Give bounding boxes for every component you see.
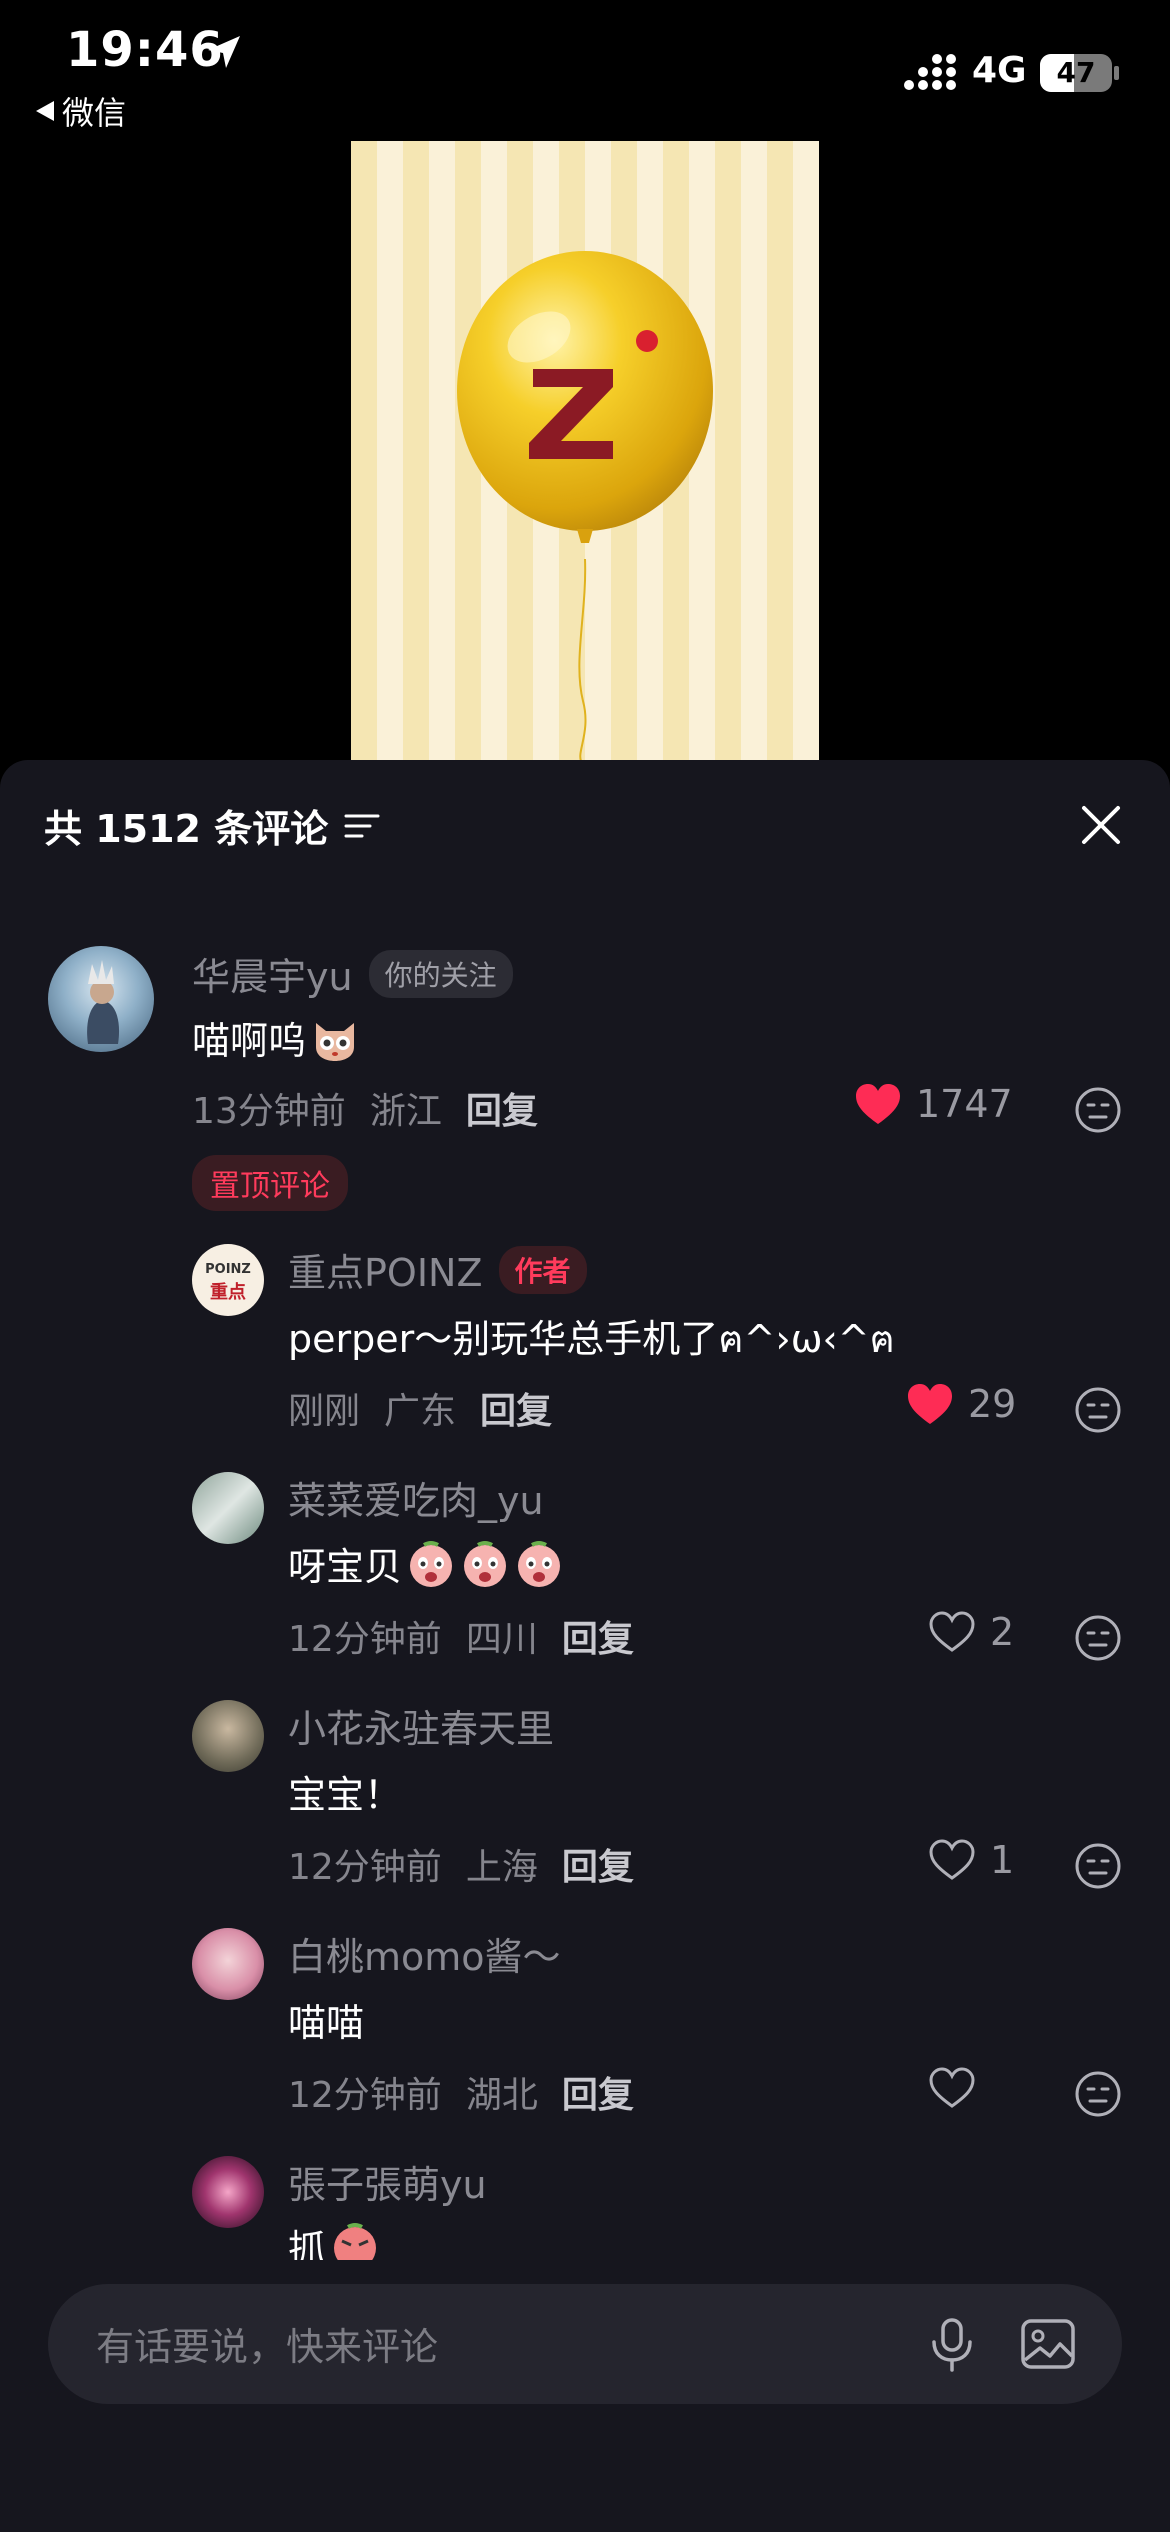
avatar[interactable] <box>192 2156 264 2228</box>
signal-icon <box>904 54 956 90</box>
back-app-label: 微信 <box>62 94 127 132</box>
battery-level: 47 <box>1056 56 1096 89</box>
balloon-image <box>457 251 713 761</box>
image-icon[interactable] <box>1018 2314 1078 2374</box>
battery-icon: 47 <box>1040 54 1112 92</box>
username-text: 張子張萌yu <box>288 2163 487 2207</box>
network-type: 4G <box>972 50 1027 91</box>
comment-sheet: 共 1512 条评论 华晨宇yu 你的关注 喵啊呜 13分钟前 浙江 回复 17… <box>0 760 1170 2532</box>
location-arrow-icon <box>208 36 240 68</box>
back-triangle-icon <box>36 101 54 121</box>
comment-text: 抓 <box>288 2218 380 2260</box>
reply-item: 張子張萌yu 抓 <box>0 760 1170 2260</box>
back-to-app-link[interactable]: 微信 <box>36 88 126 134</box>
comment-input-placeholder: 有话要说，快来评论 <box>96 2325 439 2369</box>
status-bar: 19:46 微信 4G 47 <box>0 0 1170 140</box>
battery-tip <box>1114 66 1119 80</box>
angry-face-emoji-icon <box>334 2222 377 2260</box>
comment-input[interactable]: 有话要说，快来评论 <box>48 2284 1122 2404</box>
comment-username[interactable]: 張子張萌yu <box>288 2154 487 2209</box>
video-poster[interactable] <box>351 141 819 761</box>
mic-icon[interactable] <box>922 2314 982 2374</box>
status-time: 19:46 <box>66 22 224 78</box>
comment-text-body: 抓 <box>288 2227 327 2260</box>
